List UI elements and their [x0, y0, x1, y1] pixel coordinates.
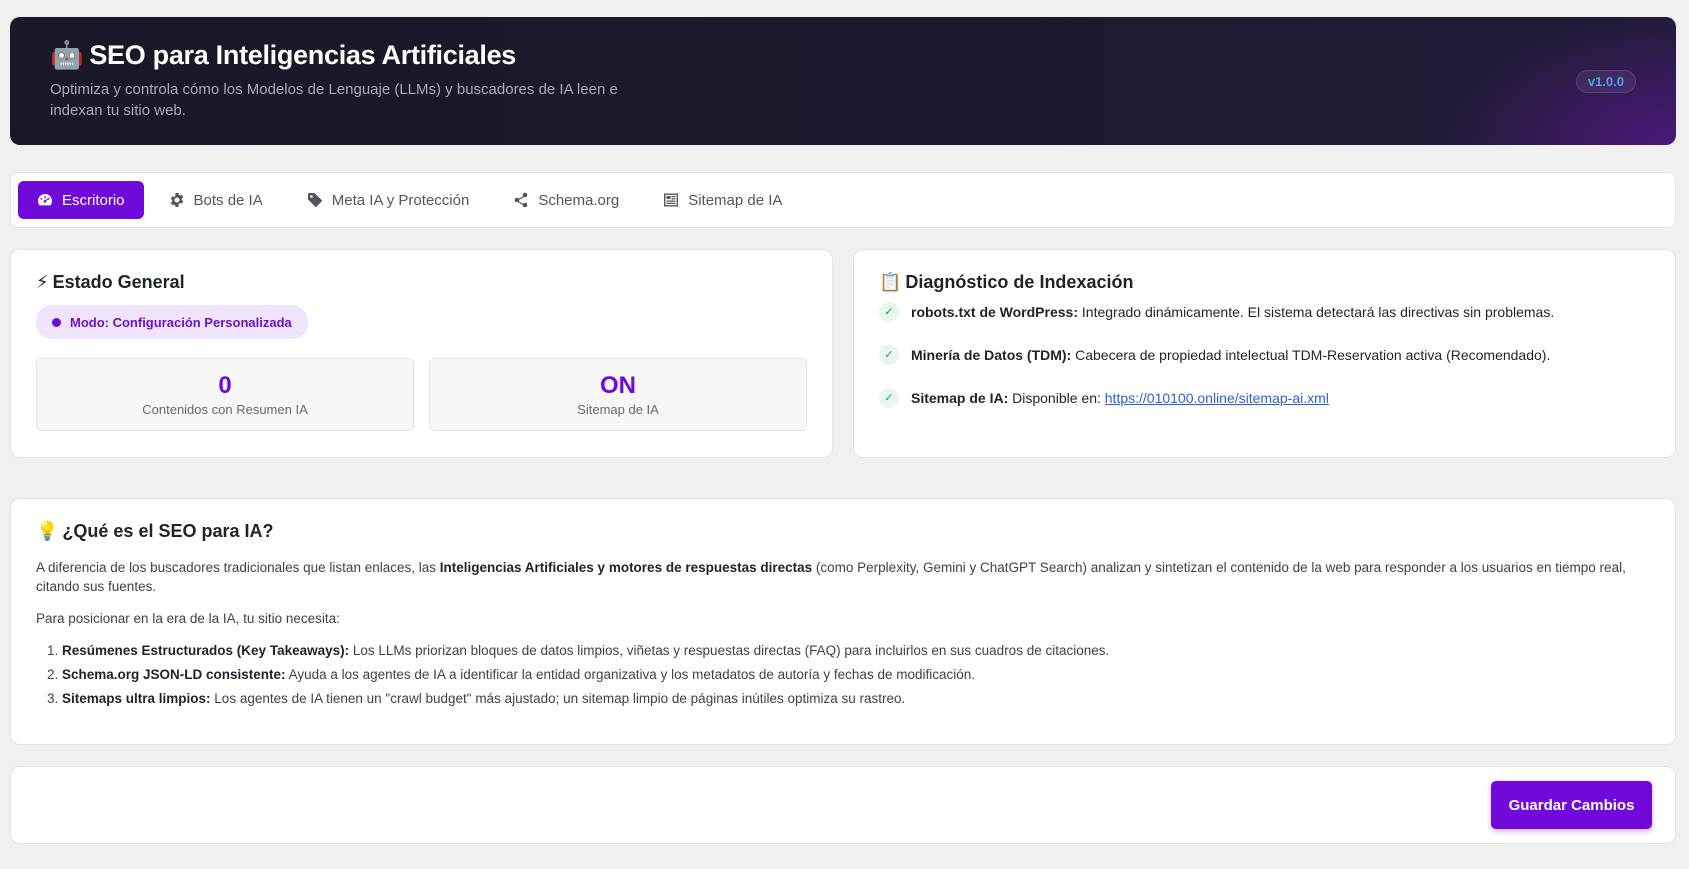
- list-item: ✓ Minería de Datos (TDM): Cabecera de pr…: [879, 344, 1650, 365]
- list-item: Resúmenes Estructurados (Key Takeaways):…: [62, 641, 1650, 660]
- info-list: Resúmenes Estructurados (Key Takeaways):…: [36, 641, 1650, 708]
- tab-label: Bots de IA: [193, 191, 263, 209]
- list-item: ✓ robots.txt de WordPress: Integrado din…: [879, 301, 1650, 322]
- diag-label: Minería de Datos (TDM):: [911, 346, 1072, 363]
- diagnostico-card: 📋 Diagnóstico de Indexación ✓ robots.txt…: [853, 249, 1676, 458]
- diagnostico-title-text: Diagnóstico de Indexación: [905, 272, 1134, 292]
- stat-resumen: 0 Contenidos con Resumen IA: [36, 358, 414, 431]
- list-item-text: Los agentes de IA tienen un "crawl budge…: [210, 691, 906, 706]
- check-icon: ✓: [879, 301, 899, 322]
- gear-icon: [170, 193, 183, 207]
- tag-icon: [307, 193, 323, 208]
- mode-badge-text: Modo: Configuración Personalizada: [70, 314, 292, 330]
- share-icon: [515, 192, 528, 208]
- info-title-text: ¿Qué es el SEO para IA?: [62, 521, 274, 541]
- info-card: 💡 ¿Qué es el SEO para IA? A diferencia d…: [10, 498, 1676, 745]
- list-item-text: Ayuda a los agentes de IA a identificar …: [285, 667, 975, 682]
- info-text-bold: Inteligencias Artificiales y motores de …: [439, 560, 813, 575]
- info-paragraph: Para posicionar en la era de la IA, tu s…: [36, 611, 340, 626]
- list-item: Sitemaps ultra limpios: Los agentes de I…: [62, 689, 1650, 708]
- tab-label: Meta IA y Protección: [331, 191, 470, 209]
- tab-escritorio[interactable]: Escritorio: [18, 181, 144, 219]
- list-item-label: Schema.org JSON-LD consistente:: [62, 667, 286, 682]
- diag-desc: Cabecera de propiedad intelectual TDM-Re…: [1075, 346, 1551, 363]
- sitemap-icon: [664, 193, 679, 207]
- diagnostico-list: ✓ robots.txt de WordPress: Integrado din…: [879, 301, 1650, 408]
- estado-title: ⚡ Estado General: [36, 272, 807, 293]
- list-item-text: Los LLMs priorizan bloques de datos limp…: [349, 643, 1110, 658]
- check-icon: ✓: [879, 344, 899, 365]
- estado-general-card: ⚡ Estado General Modo: Configuración Per…: [10, 249, 833, 458]
- tab-label: Sitemap de IA: [688, 191, 783, 209]
- diag-text: Sitemap de IA: Disponible en: https://01…: [911, 390, 1329, 406]
- diag-desc: Integrado dinámicamente. El sistema dete…: [1081, 303, 1555, 320]
- estado-title-text: Estado General: [52, 272, 185, 292]
- list-item-label: Sitemaps ultra limpios:: [62, 691, 211, 706]
- robot-icon: 🤖: [50, 40, 84, 70]
- info-text: A diferencia de los buscadores tradicion…: [36, 560, 440, 575]
- lightning-icon: ⚡: [36, 272, 49, 292]
- sitemap-link[interactable]: https://010100.online/sitemap-ai.xml: [1105, 390, 1329, 406]
- list-item: ✓ Sitemap de IA: Disponible en: https://…: [879, 387, 1650, 408]
- tab-bar: Escritorio Bots de IA Meta IA y Protecci…: [10, 172, 1676, 228]
- diagnostico-title: 📋 Diagnóstico de Indexación: [879, 272, 1650, 293]
- diag-desc: Disponible en:: [1012, 389, 1101, 406]
- page-title-text: SEO para Inteligencias Artificiales: [89, 39, 516, 70]
- status-dot-icon: [52, 317, 61, 327]
- dashboard-icon: [38, 194, 52, 206]
- diag-label: robots.txt de WordPress:: [911, 303, 1078, 320]
- diag-label: Sitemap de IA:: [911, 389, 1009, 406]
- page-title: 🤖 SEO para Inteligencias Artificiales: [50, 39, 1636, 71]
- list-item-label: Resúmenes Estructurados (Key Takeaways):: [62, 643, 350, 658]
- version-badge: v1.0.0: [1575, 70, 1636, 93]
- page-subtitle: Optimiza y controla cómo los Modelos de …: [50, 81, 618, 119]
- list-item: Schema.org JSON-LD consistente: Ayuda a …: [62, 665, 1650, 684]
- tab-label: Schema.org: [538, 191, 620, 209]
- tab-meta[interactable]: Meta IA y Protección: [288, 181, 489, 219]
- tab-schema[interactable]: Schema.org: [494, 181, 638, 219]
- stat-value: 0: [218, 372, 232, 399]
- page: 🤖 SEO para Inteligencias Artificiales Op…: [10, 17, 1676, 844]
- stat-sitemap: ON Sitemap de IA: [429, 358, 807, 431]
- plugin-header: 🤖 SEO para Inteligencias Artificiales Op…: [10, 17, 1676, 145]
- diag-text: Minería de Datos (TDM): Cabecera de prop…: [911, 347, 1550, 363]
- tab-bots[interactable]: Bots de IA: [150, 181, 282, 219]
- mode-badge: Modo: Configuración Personalizada: [36, 305, 308, 339]
- lightbulb-icon: 💡: [36, 521, 59, 541]
- save-bar: Guardar Cambios: [10, 766, 1676, 844]
- stat-label: Contenidos con Resumen IA: [142, 402, 308, 417]
- info-title: 💡 ¿Qué es el SEO para IA?: [36, 521, 1650, 542]
- stats-grid: 0 Contenidos con Resumen IA ON Sitemap d…: [36, 358, 807, 431]
- clipboard-icon: 📋: [879, 272, 902, 292]
- dashboard-row: ⚡ Estado General Modo: Configuración Per…: [10, 249, 1676, 458]
- diag-text: robots.txt de WordPress: Integrado dinám…: [911, 304, 1554, 320]
- info-paragraph: A diferencia de los buscadores tradicion…: [36, 558, 1650, 596]
- save-button[interactable]: Guardar Cambios: [1491, 781, 1652, 829]
- check-icon: ✓: [879, 387, 899, 408]
- stat-label: Sitemap de IA: [577, 402, 659, 417]
- stat-value: ON: [600, 372, 636, 399]
- tab-label: Escritorio: [62, 191, 125, 209]
- tab-sitemap[interactable]: Sitemap de IA: [644, 181, 801, 219]
